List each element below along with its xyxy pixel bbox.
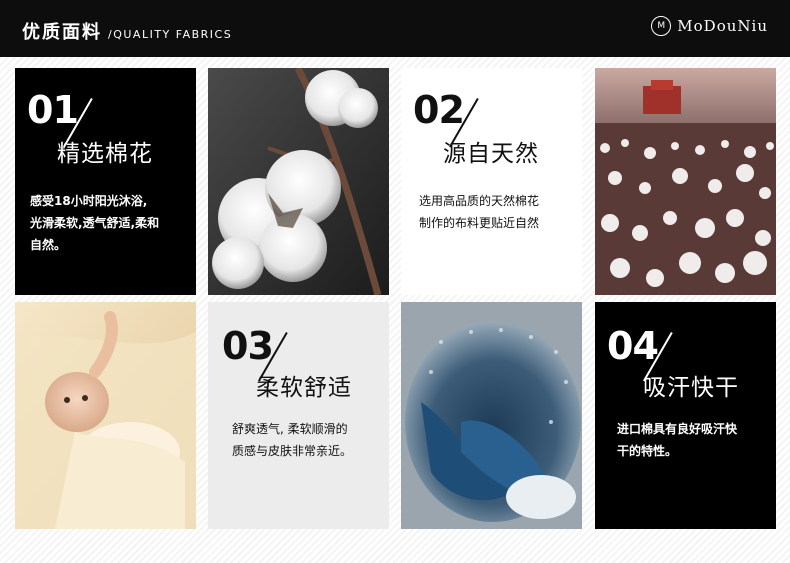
feature-tile-01: 01 精选棉花 感受18小时阳光沐浴, 光滑柔软,透气舒适,柔和 自然。: [15, 68, 196, 295]
feature-tile-02: 02 源自天然 选用高品质的天然棉花 制作的布料更贴近自然: [401, 68, 582, 295]
header-title-en: /QUALITY FABRICS: [108, 28, 233, 41]
feature-tile-03: 03 柔软舒适 舒爽透气, 柔软顺滑的 质感与皮肤非常亲近。: [208, 302, 389, 529]
feature-tile-04: 04 吸汗快干 进口棉具有良好吸汗快 干的特性。: [595, 302, 776, 529]
header-bar: 优质面料 /QUALITY FABRICS M MoDouNiu: [0, 0, 790, 57]
brand-logo[interactable]: M MoDouNiu: [651, 16, 768, 36]
tile-title: 精选棉花: [57, 141, 153, 167]
tile-description: 进口棉具有良好吸汗快 干的特性。: [617, 418, 737, 462]
washing-machine-photo: [401, 302, 582, 529]
desc-line: 干的特性。: [617, 444, 678, 458]
desc-line: 选用高品质的天然棉花: [419, 194, 540, 208]
tile-number: 01: [27, 88, 79, 132]
header-title-cn: 优质面料: [22, 22, 102, 43]
cotton-boll-photo: [208, 68, 389, 295]
cotton-field-photo: [595, 68, 776, 295]
tile-number: 03: [222, 324, 274, 368]
tile-title: 源自天然: [443, 141, 539, 167]
desc-line: 质感与皮肤非常亲近。: [232, 444, 353, 458]
brand-logo-icon: M: [651, 16, 672, 36]
tile-description: 感受18小时阳光沐浴, 光滑柔软,透气舒适,柔和 自然。: [30, 190, 159, 256]
tile-number: 04: [607, 324, 659, 368]
desc-line: 感受18小时阳光沐浴,: [30, 194, 148, 208]
desc-line: 舒爽透气, 柔软顺滑的: [232, 422, 348, 436]
tile-description: 舒爽透气, 柔软顺滑的 质感与皮肤非常亲近。: [232, 418, 352, 462]
desc-line: 制作的布料更贴近自然: [419, 216, 540, 230]
tile-number: 02: [413, 88, 465, 132]
baby-photo: [15, 302, 196, 529]
tile-title: 柔软舒适: [256, 375, 352, 401]
desc-line: 自然。: [30, 238, 67, 252]
desc-line: 光滑柔软,透气舒适,柔和: [30, 216, 160, 230]
desc-line: 进口棉具有良好吸汗快: [617, 422, 738, 436]
tile-title: 吸汗快干: [643, 375, 739, 401]
brand-name: MoDouNiu: [677, 17, 768, 35]
tile-description: 选用高品质的天然棉花 制作的布料更贴近自然: [419, 190, 539, 234]
